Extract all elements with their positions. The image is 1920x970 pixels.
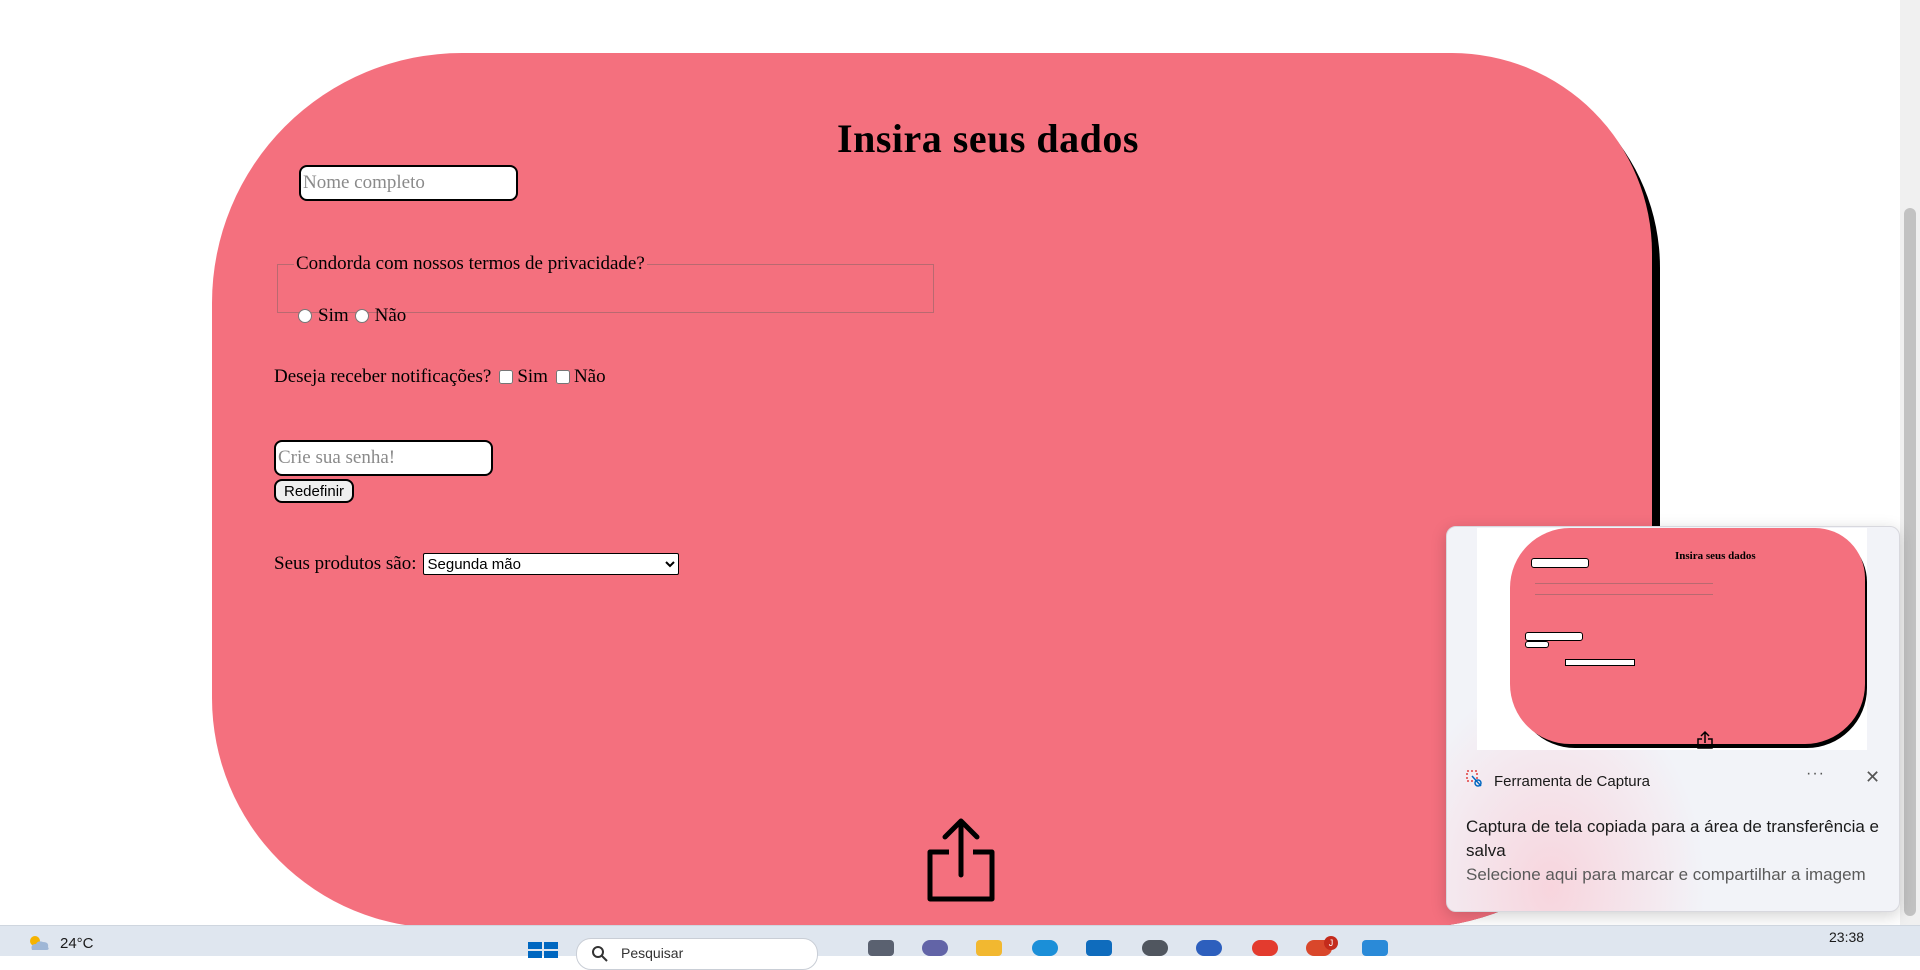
windows-start-icon[interactable]	[528, 942, 558, 962]
products-row: Seus produtos são: Segunda mão	[274, 553, 679, 575]
notifications-no-checkbox[interactable]	[555, 370, 570, 384]
edge-icon[interactable]	[1032, 940, 1058, 956]
privacy-no-radio[interactable]	[354, 309, 369, 323]
taskbar-search[interactable]: Pesquisar	[576, 938, 818, 970]
password-input[interactable]	[274, 440, 493, 476]
store-icon[interactable]	[1086, 940, 1112, 956]
notifications-label: Deseja receber notificações?	[274, 366, 492, 387]
privacy-no-label: Não	[374, 305, 407, 326]
vscode-icon[interactable]	[1362, 940, 1388, 956]
thumbnail-title: Insira seus dados	[1675, 550, 1756, 562]
privacy-yes-radio[interactable]	[298, 309, 312, 323]
chrome-icon[interactable]	[1252, 940, 1278, 956]
privacy-yes-label: Sim	[318, 305, 349, 326]
products-label: Seus produtos são:	[274, 553, 417, 574]
reset-button[interactable]: Redefinir	[274, 479, 355, 503]
thumbnail-password-input	[1525, 632, 1583, 641]
share-icon[interactable]	[925, 815, 997, 910]
thumbnail-reset-button	[1525, 641, 1549, 648]
notifications-no-label: Não	[573, 366, 606, 387]
page-title: Insira seus dados	[837, 116, 1139, 161]
privacy-legend: Condorda com nossos termos de privacidad…	[296, 253, 645, 274]
notification-header: Ferramenta de Captura	[1466, 770, 1650, 792]
search-placeholder: Pesquisar	[621, 945, 684, 961]
notifications-yes-checkbox[interactable]	[499, 370, 514, 384]
settings-icon[interactable]	[1142, 940, 1168, 956]
profile-badge: J	[1324, 936, 1338, 950]
file-explorer-icon[interactable]	[976, 940, 1002, 956]
notifications-yes-label: Sim	[517, 366, 548, 387]
notification-subtext: Selecione aqui para marcar e compartilha…	[1466, 865, 1866, 884]
task-view-icon[interactable]	[868, 940, 894, 956]
close-icon[interactable]: ✕	[1865, 767, 1880, 788]
taskbar: 24°C Pesquisar J 23:38	[0, 925, 1920, 970]
thumbnail-name-input	[1531, 558, 1589, 568]
thumbnail-select	[1565, 659, 1635, 666]
full-name-input[interactable]	[299, 165, 518, 201]
weather-icon	[30, 936, 49, 950]
scrollbar-thumb[interactable]	[1904, 208, 1916, 916]
vertical-scrollbar[interactable]	[1900, 0, 1920, 925]
taskbar-clock[interactable]: 23:38	[1829, 929, 1864, 945]
search-icon	[592, 946, 608, 962]
weather-temperature: 24°C	[60, 934, 94, 952]
snip-notification[interactable]: Insira seus dados Ferramenta de Captura …	[1446, 526, 1900, 912]
notification-message: Captura de tela copiada para a área de t…	[1466, 817, 1879, 860]
screenshot-thumbnail[interactable]: Insira seus dados	[1477, 528, 1867, 750]
notifications-row: Deseja receber notificações? Sim Não	[274, 366, 606, 388]
copilot-icon[interactable]	[1196, 940, 1222, 956]
teams-icon[interactable]	[922, 940, 948, 956]
privacy-radio-group: Sim Não	[298, 305, 412, 327]
thumbnail-fieldset-top	[1535, 583, 1713, 584]
more-icon[interactable]: ···	[1806, 765, 1825, 783]
weather-widget[interactable]: 24°C	[26, 934, 94, 952]
thumbnail-share-icon	[1696, 730, 1714, 750]
notification-app-name: Ferramenta de Captura	[1494, 772, 1650, 790]
snipping-tool-icon	[1466, 770, 1484, 792]
thumbnail-fieldset-bottom	[1535, 594, 1713, 595]
products-select[interactable]: Segunda mão	[422, 553, 679, 575]
privacy-fieldset: Condorda com nossos termos de privacidad…	[277, 253, 934, 326]
